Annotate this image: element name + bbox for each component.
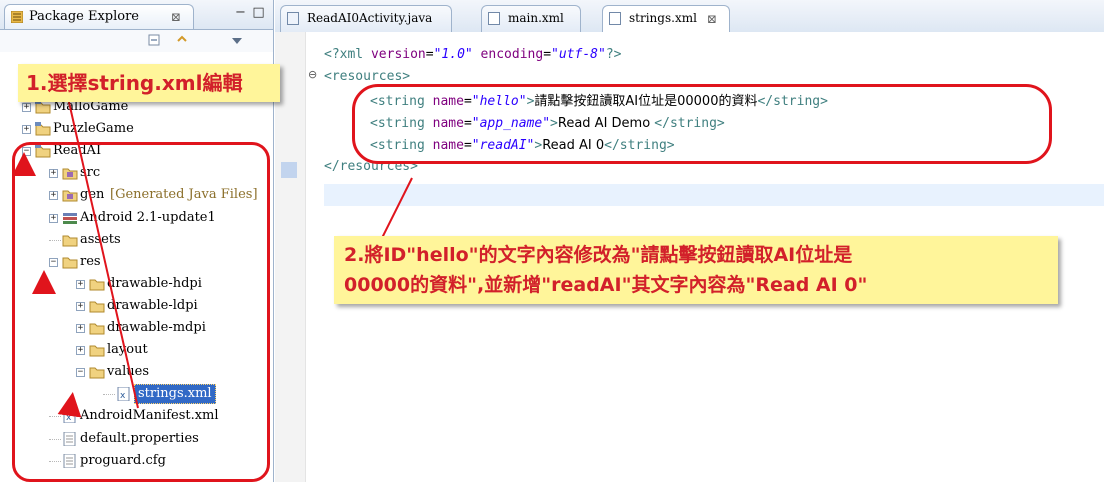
step2-line2: 00000的資料",並新增"readAI"其文字內容為"Read AI 0"	[344, 274, 868, 296]
arrow-to-strings-xml	[58, 76, 139, 409]
step2-callout: 2.將ID"hello"的文字內容修改為"請點擊按鈕讀取AI位址是 00000的…	[334, 236, 1058, 304]
arrow-values	[57, 392, 82, 418]
step2-line1: 2.將ID"hello"的文字內容修改為"請點擊按鈕讀取AI位址是	[344, 244, 853, 266]
step1-callout: 1.選擇string.xml編輯	[18, 64, 280, 102]
